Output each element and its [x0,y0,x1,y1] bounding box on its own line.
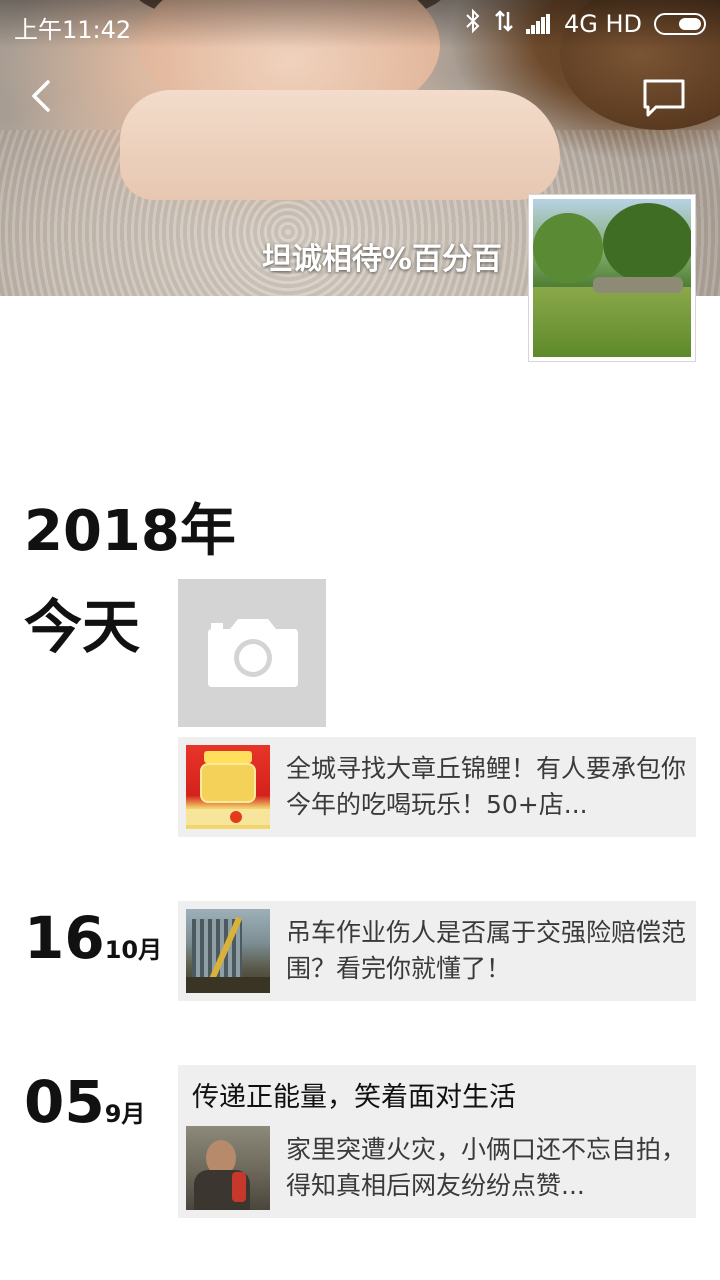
avatar-image [533,199,691,357]
status-time: 上午11:42 [14,16,132,44]
entry-day: 05 [24,1068,105,1136]
shared-article-card[interactable]: 吊车作业伤人是否属于交强险赔偿范围？看完你就懂了！ [178,901,696,1001]
article-thumbnail [186,745,270,829]
thumb-badge-top [204,751,252,763]
profile-nickname: 坦诚相待%百分百 [261,242,502,277]
comment-icon [643,79,685,117]
article-title: 全城寻找大章丘锦鲤！有人要承包你今年的吃喝玩乐！50+店... [286,754,686,819]
status-icons: 4G HD [464,8,706,40]
thumb-dot [230,811,242,823]
status-bar: 上午11:42 4G HD [0,0,720,48]
article-thumbnail [186,909,270,993]
data-activity-icon [494,9,514,39]
article-thumbnail [186,1126,270,1210]
back-button[interactable] [22,74,62,118]
avatar-tree-left [533,213,603,283]
article-title: 吊车作业伤人是否属于交强险赔偿范围？看完你就懂了！ [286,918,686,983]
cover-baby-arm [120,90,560,200]
post-caption: 传递正能量，笑着面对生活 [192,1082,516,1113]
shared-article-card[interactable]: 传递正能量，笑着面对生活 家里突遭火灾，小俩口还不忘自拍，得知真相后网友纷纷点赞… [178,1065,696,1218]
thumb-extinguisher [232,1172,246,1202]
profile-avatar[interactable] [528,194,696,362]
thumb-strip [186,809,270,825]
entry-month: 9月 [104,1100,146,1128]
signal-icon [525,14,552,34]
avatar-rocks [593,277,683,293]
bluetooth-icon [464,8,482,40]
entry-day: 16 [24,904,105,972]
avatar-water [533,287,691,357]
chevron-left-icon [32,80,50,112]
thumb-ground [186,977,270,993]
avatar-tree-right [603,203,691,283]
today-label: 今天 [24,593,141,661]
camera-icon [208,619,298,687]
message-button[interactable] [642,78,686,118]
thumb-badge [200,763,256,803]
entry-date: 059月 [24,1068,145,1136]
battery-icon [654,13,706,35]
network-type: 4G HD [563,10,642,38]
entry-date: 1610月 [24,904,162,972]
article-title: 家里突遭火灾，小俩口还不忘自拍，得知真相后网友纷纷点赞... [286,1135,686,1200]
entry-month: 10月 [104,936,163,964]
year-heading: 2018年 [24,499,236,564]
shared-article-card[interactable]: 全城寻找大章丘锦鲤！有人要承包你今年的吃喝玩乐！50+店... [178,737,696,837]
post-photo-button[interactable] [178,579,326,727]
